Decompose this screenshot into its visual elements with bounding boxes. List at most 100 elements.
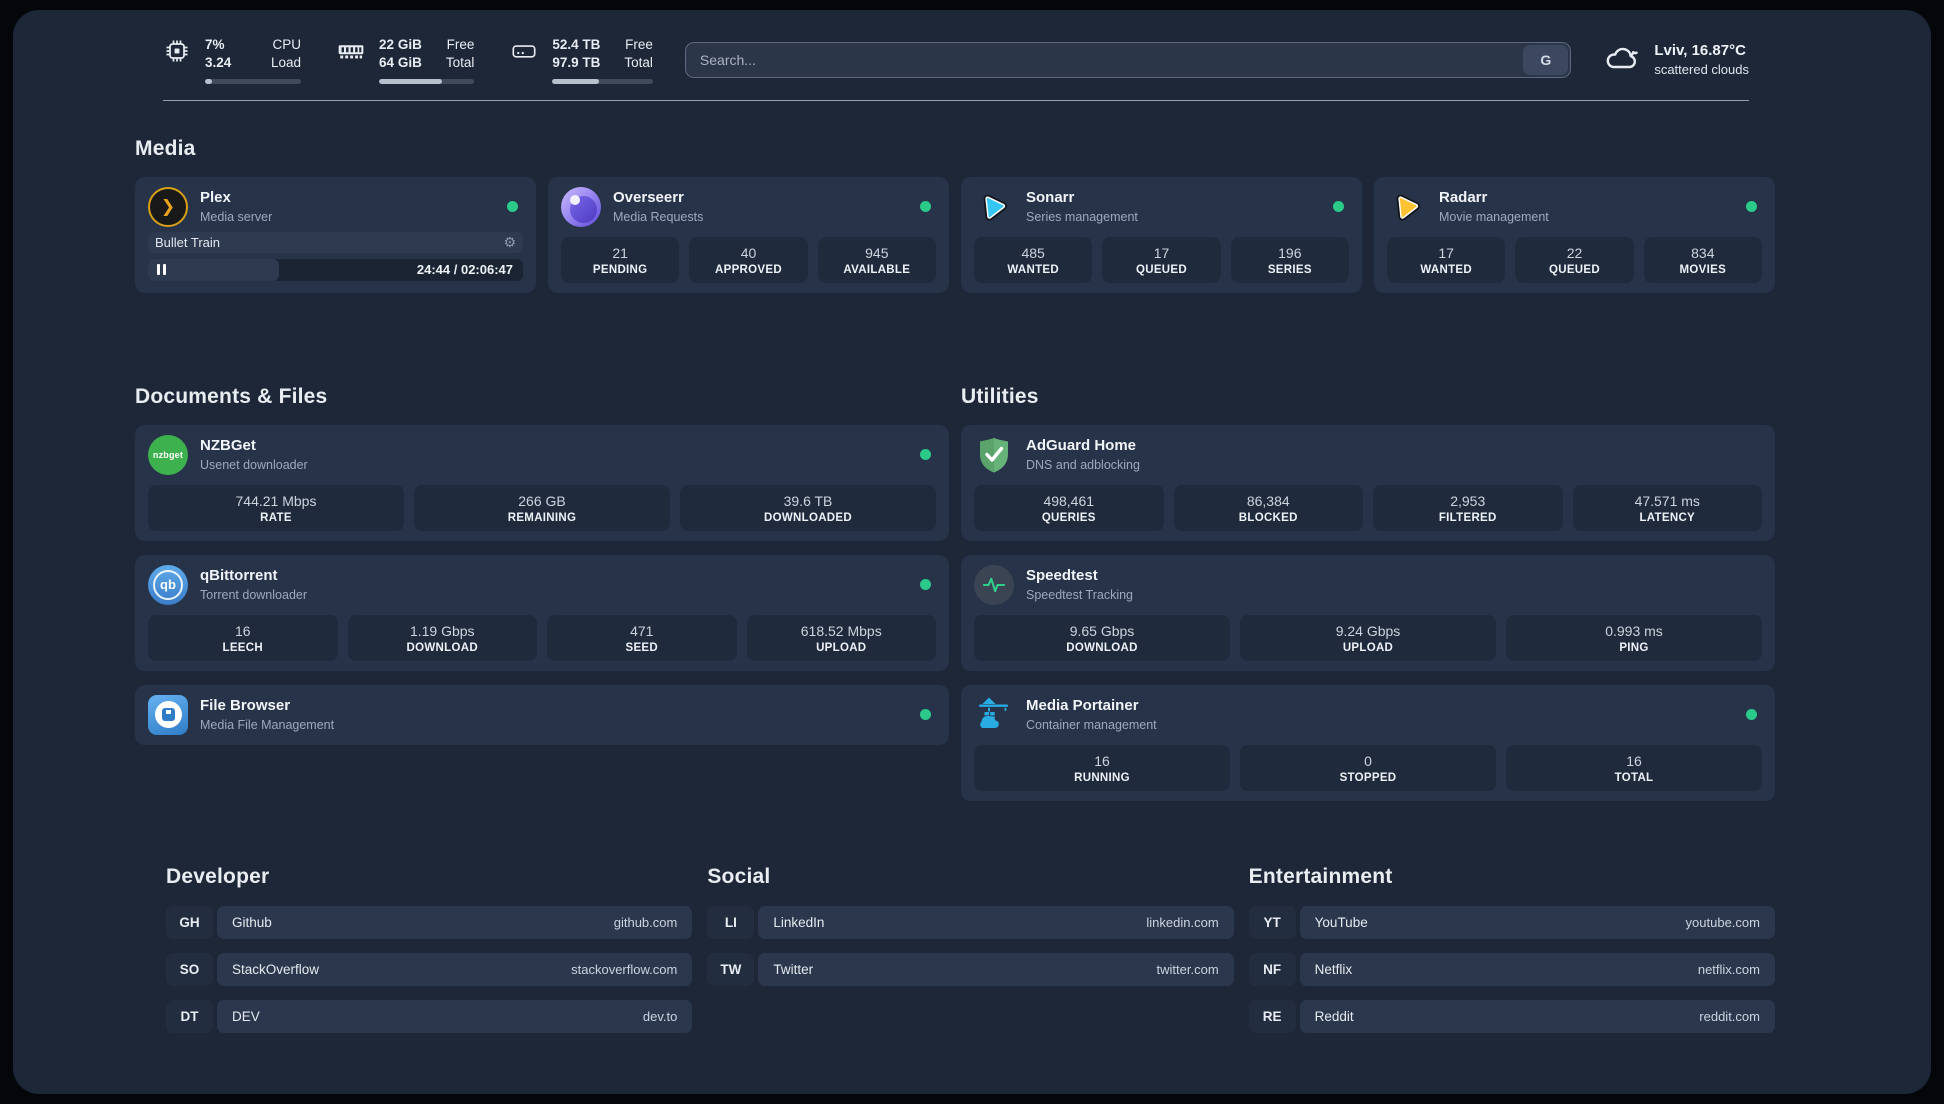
section-developer: Developer GH Github github.com SO StackO…	[166, 864, 693, 1047]
app-name: Plex	[200, 188, 231, 206]
disk-free-label: Free	[625, 37, 653, 52]
playback-progress-bar[interactable]: 24:44 / 02:06:47	[148, 258, 523, 281]
app-name: AdGuard Home	[1026, 436, 1137, 454]
adguard-icon	[974, 435, 1014, 475]
bookmark-url: github.com	[613, 914, 678, 930]
header: 7% 3.24 CPU Load 22 GiB 64 GiB Free Tota…	[135, 10, 1775, 84]
disk-total-value: 97.9 TB	[552, 54, 601, 70]
stat-blocked: 86,384 BLOCKED	[1173, 484, 1363, 531]
bookmark-abbr: TW	[707, 952, 755, 986]
qbittorrent-card[interactable]: qb qBittorrent Torrent downloader 16 LEE…	[135, 554, 949, 671]
status-dot	[920, 709, 931, 721]
stat-leech: 16 LEECH	[148, 614, 338, 661]
app-subtitle: Speedtest Tracking	[1026, 587, 1134, 602]
search-bar: G	[684, 41, 1572, 78]
stat-downloaded: 39.6 TB DOWNLOADED	[680, 484, 936, 531]
bookmark-github[interactable]: GH Github github.com	[166, 905, 693, 939]
ram-free-label: Free	[446, 37, 475, 52]
bookmark-twitter[interactable]: TW Twitter twitter.com	[707, 952, 1234, 986]
status-dot	[507, 201, 518, 213]
developer-section-title: Developer	[166, 864, 270, 888]
section-media: Media ❯ Plex Media server Bullet Train ⚙…	[135, 137, 1775, 293]
app-subtitle: Series management	[1026, 209, 1138, 224]
portainer-icon	[974, 695, 1014, 735]
gear-icon[interactable]: ⚙	[500, 235, 519, 249]
status-dot	[920, 201, 931, 213]
cpu-progress-bar	[205, 78, 302, 84]
app-name: Sonarr	[1026, 188, 1075, 206]
stat-seed: 471 SEED	[547, 614, 737, 661]
qbittorrent-icon: qb	[148, 564, 188, 605]
disk-total-label: Total	[624, 54, 653, 70]
stat-queries: 498,461 QUERIES	[974, 484, 1164, 531]
app-name: Overseerr	[613, 188, 684, 206]
utilities-section-title: Utilities	[961, 384, 1039, 408]
stat-running: 16 RUNNING	[974, 744, 1230, 791]
system-stats: 7% 3.24 CPU Load 22 GiB 64 GiB Free Tota…	[163, 36, 653, 84]
section-entertainment: Entertainment YT YouTube youtube.com NF …	[1248, 864, 1775, 1047]
speedtest-icon	[974, 564, 1014, 605]
plex-card[interactable]: ❯ Plex Media server Bullet Train ⚙ 24:44…	[135, 176, 536, 293]
bookmark-name: LinkedIn	[773, 914, 825, 930]
stat-upload: 9.24 Gbps UPLOAD	[1240, 614, 1496, 661]
section-social: Social LI LinkedIn linkedin.com TW Twitt…	[707, 865, 1234, 1047]
ram-icon	[337, 36, 365, 66]
app-subtitle: Container management	[1026, 717, 1157, 732]
weather-location-temp: Lviv, 16.87°C	[1654, 41, 1746, 59]
cpu-stat: 7% 3.24 CPU Load	[163, 36, 302, 84]
sonarr-icon	[974, 187, 1014, 227]
entertainment-section-title: Entertainment	[1248, 864, 1393, 888]
pause-icon[interactable]	[157, 264, 160, 276]
cpu-usage-label: CPU	[272, 37, 302, 52]
app-subtitle: Media server	[200, 209, 273, 224]
bookmark-youtube[interactable]: YT YouTube youtube.com	[1248, 905, 1775, 939]
sonarr-card[interactable]: Sonarr Series management 485 WANTED 17 Q…	[961, 176, 1362, 293]
status-dot	[1746, 201, 1757, 213]
bookmark-reddit[interactable]: RE Reddit reddit.com	[1248, 999, 1775, 1033]
bookmark-abbr: RE	[1248, 999, 1296, 1033]
overseerr-card[interactable]: Overseerr Media Requests 21 PENDING 40 A…	[548, 176, 949, 293]
filebrowser-card[interactable]: File Browser Media File Management	[135, 684, 949, 745]
nzbget-card[interactable]: nzbget NZBGet Usenet downloader 744.21 M…	[135, 424, 949, 541]
cpu-icon	[163, 36, 191, 66]
dashboard-panel: 7% 3.24 CPU Load 22 GiB 64 GiB Free Tota…	[13, 10, 1931, 1094]
cpu-load-label: Load	[271, 54, 302, 70]
bookmark-url: youtube.com	[1685, 914, 1760, 930]
plex-icon: ❯	[148, 186, 188, 227]
cloud-icon	[1603, 42, 1641, 77]
search-engine-button[interactable]: G	[1523, 44, 1569, 75]
bookmark-dev[interactable]: DT DEV dev.to	[166, 999, 693, 1033]
app-subtitle: Usenet downloader	[200, 457, 308, 472]
stat-series: 196 SERIES	[1230, 236, 1349, 283]
app-subtitle: Media File Management	[200, 717, 335, 732]
ram-total-value: 64 GiB	[379, 54, 422, 70]
portainer-card[interactable]: Media Portainer Container management 16 …	[961, 684, 1775, 801]
section-documents-files: Documents & Files nzbget NZBGet Usenet d…	[135, 385, 949, 801]
cpu-usage-value: 7%	[205, 37, 225, 52]
bookmark-url: stackoverflow.com	[571, 961, 678, 977]
bookmark-url: twitter.com	[1156, 961, 1219, 977]
adguard-card[interactable]: AdGuard Home DNS and adblocking 498,461 …	[961, 424, 1775, 541]
app-name: Media Portainer	[1026, 696, 1139, 714]
bookmark-abbr: YT	[1248, 905, 1296, 939]
stat-approved: 40 APPROVED	[689, 236, 808, 283]
weather-condition: scattered clouds	[1654, 62, 1749, 78]
bookmark-stackoverflow[interactable]: SO StackOverflow stackoverflow.com	[166, 952, 693, 986]
search-input[interactable]	[684, 41, 1572, 78]
radarr-card[interactable]: Radarr Movie management 17 WANTED 22 QUE…	[1374, 176, 1775, 293]
bookmark-netflix[interactable]: NF Netflix netflix.com	[1248, 952, 1775, 986]
overseerr-icon	[561, 186, 601, 227]
bookmark-name: DEV	[232, 1008, 260, 1024]
stat-rate: 744.21 Mbps RATE	[148, 484, 404, 531]
bookmark-abbr: SO	[166, 952, 213, 986]
stat-stopped: 0 STOPPED	[1240, 744, 1496, 791]
stat-wanted: 485 WANTED	[974, 236, 1093, 283]
weather-widget: Lviv, 16.87°C scattered clouds	[1603, 41, 1749, 79]
app-name: File Browser	[200, 696, 291, 714]
speedtest-card[interactable]: Speedtest Speedtest Tracking 9.65 Gbps D…	[961, 554, 1775, 671]
bookmark-linkedin[interactable]: LI LinkedIn linkedin.com	[707, 905, 1234, 939]
bookmark-abbr: LI	[707, 905, 755, 939]
bookmark-name: StackOverflow	[232, 961, 320, 977]
bookmark-url: dev.to	[642, 1008, 678, 1024]
nzbget-icon: nzbget	[148, 434, 188, 475]
